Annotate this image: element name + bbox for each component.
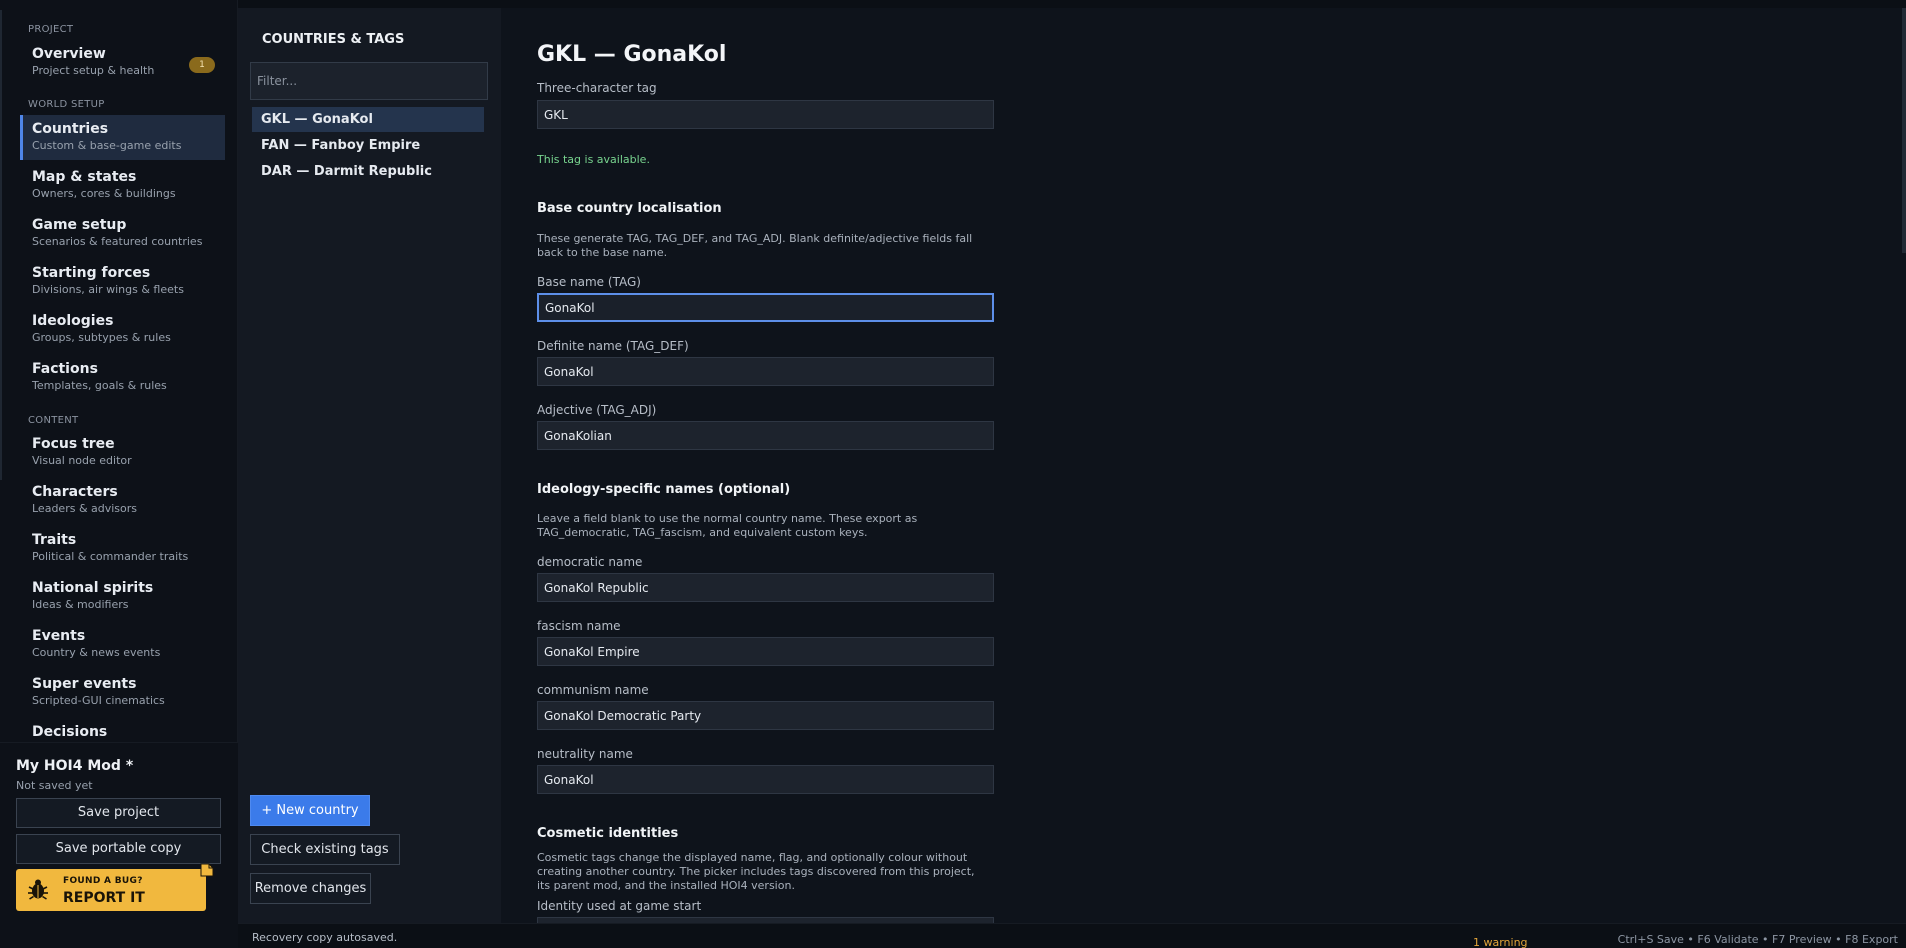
ideology-names-help-text: Leave a field blank to use the normal co…	[537, 512, 918, 539]
page-corner-icon	[200, 863, 214, 877]
cosmetic-help-text: Cosmetic tags change the displayed name,…	[537, 851, 975, 892]
sidebar-item-title: Map & states	[32, 169, 137, 185]
adjective-label: Adjective (TAG_ADJ)	[537, 403, 657, 417]
democratic-name-label: democratic name	[537, 555, 643, 569]
status-bar: Recovery copy autosaved. 1 warning Ctrl+…	[238, 923, 1906, 948]
cosmetic-section-title: Cosmetic identities	[537, 826, 679, 841]
page-title: GKL — GonaKol	[537, 42, 727, 67]
bug-card-small-text: FOUND A BUG?	[63, 876, 143, 886]
sidebar-item-starting-forces[interactable]: Starting forces Divisions, air wings & f…	[20, 259, 225, 304]
neutrality-name-input[interactable]	[537, 765, 994, 794]
sidebar-item-title: Factions	[32, 361, 98, 377]
sidebar-item-subtitle: Country & news events	[32, 646, 161, 659]
sidebar-item-title: Focus tree	[32, 436, 115, 452]
sidebar-item-title: Characters	[32, 484, 118, 500]
sidebar-item-subtitle: Divisions, air wings & fleets	[32, 283, 184, 296]
sidebar-item-characters[interactable]: Characters Leaders & advisors	[20, 478, 225, 523]
section-label-content: CONTENT	[28, 415, 79, 426]
localisation-help-text: These generate TAG, TAG_DEF, and TAG_ADJ…	[537, 232, 973, 259]
identity-label: Identity used at game start	[537, 899, 702, 913]
country-list-item-fan[interactable]: FAN — Fanboy Empire	[252, 133, 484, 158]
country-list-item-dar[interactable]: DAR — Darmit Republic	[252, 159, 484, 184]
sidebar-item-game-setup[interactable]: Game setup Scenarios & featured countrie…	[20, 211, 225, 256]
definite-name-input[interactable]	[537, 357, 994, 386]
sidebar-item-subtitle: Leaders & advisors	[32, 502, 138, 515]
sidebar-item-title: Super events	[32, 676, 137, 692]
sidebar-item-title: Game setup	[32, 217, 127, 233]
remove-changes-button[interactable]: Remove changes	[250, 873, 371, 904]
list-heading: COUNTRIES & TAGS	[262, 32, 405, 47]
sidebar-item-ideologies[interactable]: Ideologies Groups, subtypes & rules	[20, 307, 225, 352]
sidebar-item-subtitle: Groups, subtypes & rules	[32, 331, 171, 344]
sidebar-item-overview[interactable]: Overview Project setup & health 1	[20, 40, 225, 85]
sidebar: PROJECT Overview Project setup & health …	[0, 0, 238, 948]
sidebar-item-title: Countries	[32, 121, 109, 137]
warning-count-badge: 1	[189, 57, 215, 73]
ideology-names-section-title: Ideology-specific names (optional)	[537, 482, 791, 497]
project-panel: My HOI4 Mod * Not saved yet Save project…	[0, 742, 238, 948]
definite-name-label: Definite name (TAG_DEF)	[537, 339, 689, 353]
autosave-status: Recovery copy autosaved.	[252, 931, 398, 944]
tag-label: Three-character tag	[537, 81, 657, 95]
base-name-label: Base name (TAG)	[537, 275, 641, 289]
base-name-input[interactable]	[537, 293, 994, 322]
democratic-name-input[interactable]	[537, 573, 994, 602]
countries-list-panel: COUNTRIES & TAGS GKL — GonaKol FAN — Fan…	[238, 8, 501, 923]
sidebar-item-traits[interactable]: Traits Political & commander traits	[20, 526, 225, 571]
sidebar-item-super-events[interactable]: Super events Scripted-GUI cinematics	[20, 670, 225, 715]
save-portable-copy-button[interactable]: Save portable copy	[16, 834, 221, 864]
project-save-status: Not saved yet	[16, 779, 93, 792]
warning-count[interactable]: 1 warning	[1473, 936, 1528, 948]
adjective-input[interactable]	[537, 421, 994, 450]
localisation-section-title: Base country localisation	[537, 201, 722, 216]
tag-availability-message: This tag is available.	[537, 153, 650, 166]
new-country-button[interactable]: + New country	[250, 795, 370, 826]
sidebar-item-countries[interactable]: Countries Custom & base-game edits	[20, 115, 225, 160]
communism-name-label: communism name	[537, 683, 649, 697]
communism-name-input[interactable]	[537, 701, 994, 730]
sidebar-item-subtitle: Scenarios & featured countries	[32, 235, 203, 248]
save-project-button[interactable]: Save project	[16, 798, 221, 828]
country-editor: GKL — GonaKol Three-character tag This t…	[501, 8, 1906, 923]
sidebar-item-map-states[interactable]: Map & states Owners, cores & buildings	[20, 163, 225, 208]
check-existing-tags-button[interactable]: Check existing tags	[250, 834, 400, 865]
sidebar-item-subtitle: Templates, goals & rules	[32, 379, 167, 392]
sidebar-item-title: Starting forces	[32, 265, 151, 281]
sidebar-item-title: National spirits	[32, 580, 154, 596]
sidebar-item-subtitle: Ideas & modifiers	[32, 598, 129, 611]
sidebar-item-subtitle: Scripted-GUI cinematics	[32, 694, 165, 707]
sidebar-item-subtitle: Political & commander traits	[32, 550, 189, 563]
sidebar-item-title: Decisions	[32, 724, 108, 740]
sidebar-item-subtitle: Owners, cores & buildings	[32, 187, 176, 200]
section-label-world-setup: WORLD SETUP	[28, 99, 105, 110]
sidebar-item-focus-tree[interactable]: Focus tree Visual node editor	[20, 430, 225, 475]
sidebar-item-title: Ideologies	[32, 313, 114, 329]
country-list-item-gkl[interactable]: GKL — GonaKol	[252, 107, 484, 132]
sidebar-item-factions[interactable]: Factions Templates, goals & rules	[20, 355, 225, 400]
sidebar-item-subtitle: Custom & base-game edits	[32, 139, 182, 152]
bug-card-title: REPORT IT	[63, 890, 145, 906]
editor-scrollbar[interactable]	[1902, 8, 1906, 253]
sidebar-item-title: Events	[32, 628, 86, 644]
sidebar-item-events[interactable]: Events Country & news events	[20, 622, 225, 667]
filter-input[interactable]	[250, 62, 488, 100]
sidebar-nav: PROJECT Overview Project setup & health …	[0, 0, 238, 742]
sidebar-item-national-spirits[interactable]: National spirits Ideas & modifiers	[20, 574, 225, 619]
section-label-project: PROJECT	[28, 24, 74, 35]
fascism-name-label: fascism name	[537, 619, 621, 633]
neutrality-name-label: neutrality name	[537, 747, 633, 761]
bug-icon	[28, 879, 48, 900]
keyboard-shortcuts: Ctrl+S Save • F6 Validate • F7 Preview •…	[1617, 933, 1898, 946]
sidebar-item-decisions[interactable]: Decisions	[20, 718, 225, 742]
fascism-name-input[interactable]	[537, 637, 994, 666]
report-bug-button[interactable]: FOUND A BUG? REPORT IT	[16, 863, 214, 911]
sidebar-item-title: Traits	[32, 532, 77, 548]
tag-input[interactable]	[537, 100, 994, 129]
sidebar-item-subtitle: Visual node editor	[32, 454, 132, 467]
project-name: My HOI4 Mod *	[16, 758, 134, 774]
